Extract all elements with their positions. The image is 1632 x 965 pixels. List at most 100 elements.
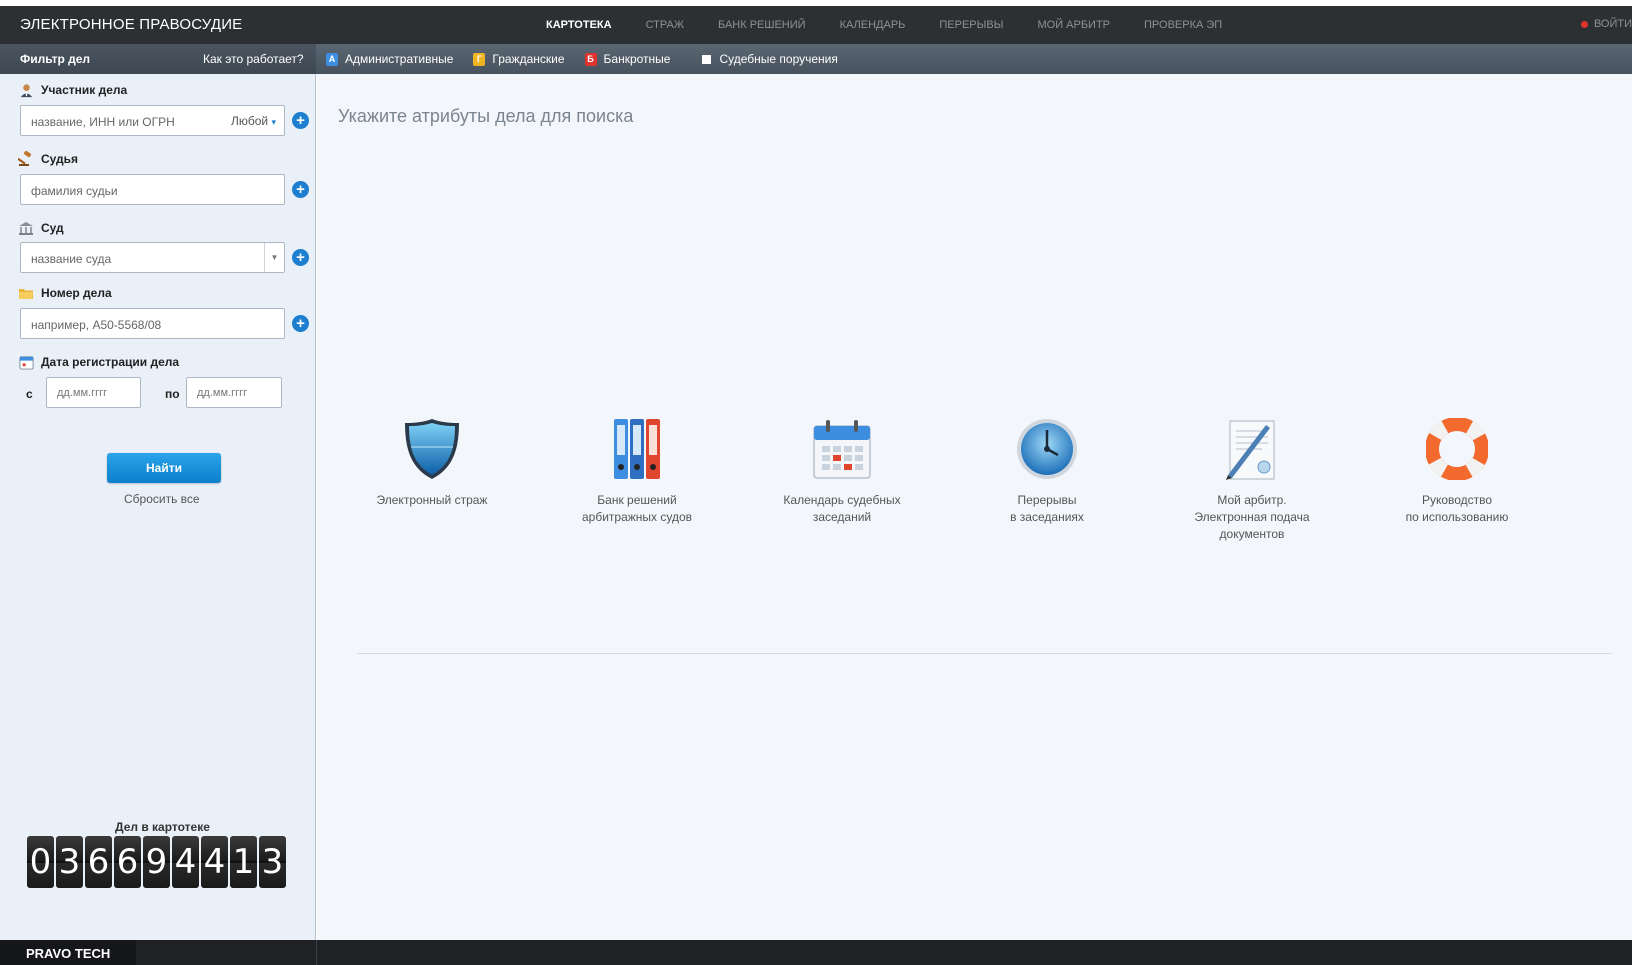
court-dropdown-arrow-icon[interactable]: ▼: [264, 243, 284, 272]
site-brand[interactable]: ЭЛЕКТРОННОЕ ПРАВОСУДИЕ: [20, 16, 242, 33]
participant-placeholder: название, ИНН или ОГРН: [31, 115, 175, 129]
case-type-court-orders[interactable]: Судебные поручения: [690, 52, 838, 66]
person-icon: [18, 82, 34, 98]
service-electronic-guard[interactable]: Электронный страж: [347, 414, 517, 509]
nav-item-kalendar[interactable]: КАЛЕНДАРЬ: [840, 19, 906, 31]
case-type-label: Банкротные: [603, 52, 671, 66]
court-select[interactable]: название суда ▼: [20, 242, 285, 273]
services-row: Электронный страж Банк решений арбитражн…: [347, 414, 1627, 564]
add-judge-button[interactable]: +: [292, 181, 309, 198]
case-number-label: Номер дела: [18, 285, 112, 301]
reset-all-link[interactable]: Сбросить все: [124, 492, 200, 506]
how-it-works-link[interactable]: Как это работает?: [203, 52, 304, 66]
page-title: Укажите атрибуты дела для поиска: [338, 106, 634, 126]
case-type-administrative[interactable]: А Административные: [326, 52, 453, 66]
checkbox-square-icon: [702, 54, 712, 64]
date-from-label: с: [26, 387, 33, 401]
case-type-filters: А Административные Г Гражданские Б Банкр…: [326, 44, 858, 74]
case-number-input[interactable]: например, А50-5568/08: [20, 308, 285, 339]
calendar-icon: [807, 414, 877, 484]
service-my-arbitr[interactable]: Мой арбитр. Электронная подача документо…: [1167, 414, 1337, 543]
add-participant-button[interactable]: +: [292, 112, 309, 129]
service-title-line: Электронная подача: [1194, 510, 1310, 524]
filter-title: Фильтр дел: [20, 52, 91, 66]
participant-label: Участник дела: [18, 82, 127, 98]
nav-item-proverka-ep[interactable]: ПРОВЕРКА ЭП: [1144, 19, 1222, 31]
case-counter: 0 3 6 6 9 4 4 1 3: [27, 836, 286, 888]
counter-digit: 3: [259, 836, 286, 888]
service-decisions-bank[interactable]: Банк решений арбитражных судов: [552, 414, 722, 526]
case-type-civil[interactable]: Г Гражданские: [473, 52, 565, 66]
nav-item-moy-arbitr[interactable]: МОЙ АРБИТР: [1037, 19, 1110, 31]
service-breaks[interactable]: Перерывы в заседаниях: [962, 414, 1132, 526]
document-pen-icon: [1217, 414, 1287, 484]
judge-input[interactable]: фамилия судьи: [20, 174, 285, 205]
counter-digit: 4: [201, 836, 228, 888]
courthouse-icon: [18, 220, 34, 236]
service-title-line: Календарь судебных: [783, 493, 901, 507]
nav-item-strazh[interactable]: СТРАЖ: [646, 19, 684, 31]
case-type-label: Гражданские: [492, 52, 565, 66]
service-title-line: арбитражных судов: [581, 510, 693, 524]
nav-item-kartoteka[interactable]: КАРТОТЕКА: [546, 19, 612, 31]
service-title-line: Перерывы: [1017, 493, 1077, 507]
filter-sidebar: Участник дела название, ИНН или ОГРН Люб…: [0, 74, 316, 940]
clock-icon: [1012, 414, 1082, 484]
service-title-line: Руководство: [1421, 493, 1493, 507]
service-title-line: по использованию: [1405, 510, 1509, 524]
filter-header: Фильтр дел Как это работает?: [0, 44, 316, 74]
court-placeholder: название суда: [31, 252, 112, 266]
login-link[interactable]: ВОЙТИ: [1580, 18, 1632, 30]
service-title-line: заседаний: [812, 510, 872, 524]
counter-digit: 6: [85, 836, 112, 888]
nav-item-bank-resheniy[interactable]: БАНК РЕШЕНИЙ: [718, 19, 806, 31]
case-type-bankruptcy[interactable]: Б Банкротные: [584, 52, 671, 66]
footer-divider: [316, 940, 317, 965]
service-user-guide[interactable]: Руководство по использованию: [1372, 414, 1542, 526]
status-dot-icon: [1580, 20, 1588, 28]
counter-digit: 1: [230, 836, 257, 888]
add-case-number-button[interactable]: +: [292, 315, 309, 332]
date-to-label: по: [165, 387, 180, 401]
counter-digit: 6: [114, 836, 141, 888]
service-court-calendar[interactable]: Календарь судебных заседаний: [757, 414, 927, 526]
login-label: ВОЙТИ: [1593, 18, 1632, 30]
nav-item-pereryvy[interactable]: ПЕРЕРЫВЫ: [939, 19, 1003, 31]
date-from-input[interactable]: дд.мм.гггг: [46, 377, 141, 408]
participant-input[interactable]: название, ИНН или ОГРН Любой ▾: [20, 105, 285, 136]
civil-badge-icon: Г: [473, 52, 486, 66]
footer-bar: PRAVO TECH: [0, 940, 1632, 965]
counter-digit: 4: [172, 836, 199, 888]
folder-icon: [18, 285, 34, 301]
service-title-line: в заседаниях: [1010, 510, 1084, 524]
counter-digit: 3: [56, 836, 83, 888]
participant-role-dropdown[interactable]: Любой ▾: [231, 114, 276, 128]
service-title-line: Мой арбитр.: [1217, 493, 1287, 507]
judge-placeholder: фамилия судьи: [31, 184, 118, 198]
lifebuoy-icon: [1422, 414, 1492, 484]
pravo-tech-logo[interactable]: PRAVO TECH: [0, 940, 136, 965]
binders-icon: [602, 414, 672, 484]
counter-digit: 9: [143, 836, 170, 888]
find-button[interactable]: Найти: [107, 453, 221, 483]
calendar-small-icon: [18, 354, 34, 370]
counter-label: Дел в картотеке: [115, 820, 210, 834]
service-title-line: Банк решений: [597, 493, 677, 507]
filter-toolbar: Фильтр дел Как это работает? А Администр…: [0, 44, 1632, 74]
main-content: Укажите атрибуты дела для поиска Электро…: [317, 74, 1632, 940]
content-divider: [357, 653, 1612, 654]
service-title-line: документов: [1219, 527, 1285, 541]
top-navigation-bar: ЭЛЕКТРОННОЕ ПРАВОСУДИЕ КАРТОТЕКА СТРАЖ Б…: [0, 6, 1632, 44]
case-type-label: Административные: [345, 52, 454, 66]
reg-date-label: Дата регистрации дела: [18, 354, 179, 370]
case-number-placeholder: например, А50-5568/08: [31, 318, 162, 332]
administrative-badge-icon: А: [326, 52, 338, 66]
judge-label: Судья: [18, 151, 78, 167]
counter-digit: 0: [27, 836, 54, 888]
date-to-input[interactable]: дд.мм.гггг: [186, 377, 282, 408]
add-court-button[interactable]: +: [292, 249, 309, 266]
shield-icon: [397, 414, 467, 484]
bankruptcy-badge-icon: Б: [584, 52, 597, 66]
service-title-line: Электронный страж: [376, 493, 488, 507]
court-label: Суд: [18, 220, 64, 236]
